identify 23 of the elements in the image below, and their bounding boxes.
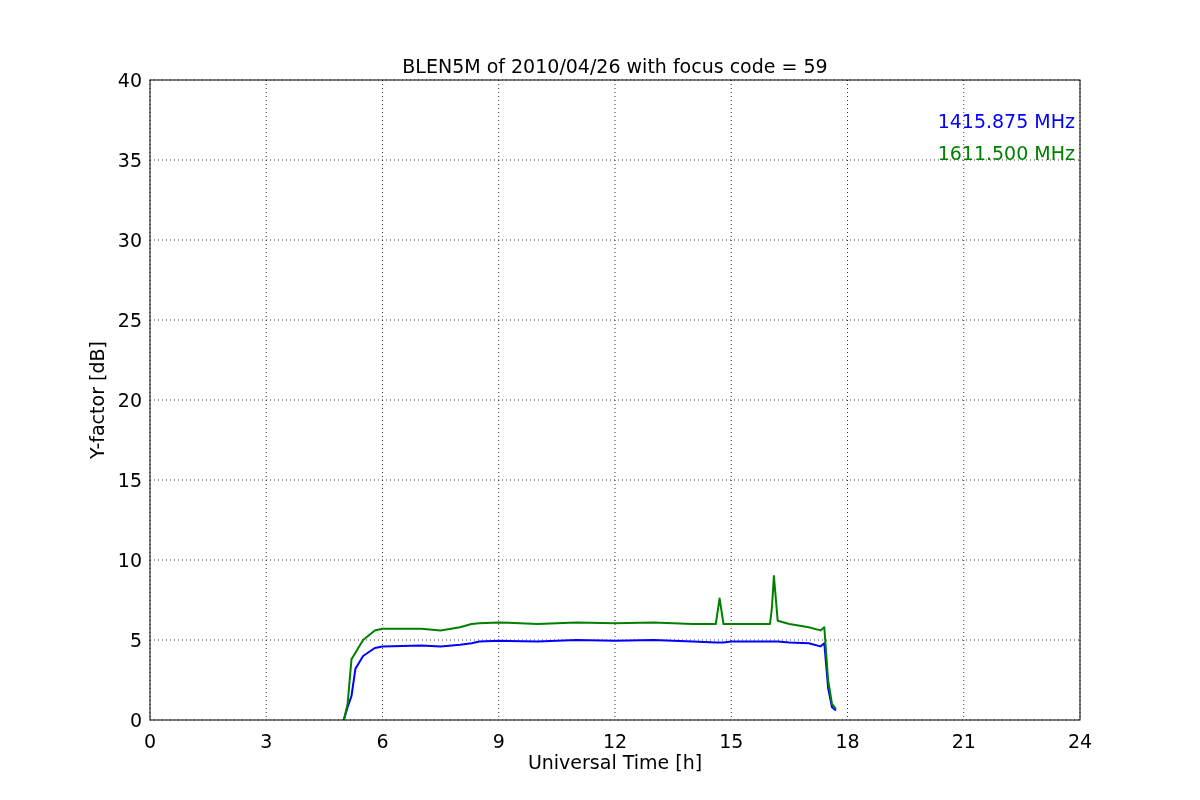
tick-label: 40 xyxy=(117,69,142,91)
tick-label: 35 xyxy=(117,149,142,171)
tick-label: 12 xyxy=(602,730,628,752)
legend-label: 1611.500 MHz xyxy=(937,142,1075,164)
tick-label: 10 xyxy=(117,549,142,571)
tick-label: 15 xyxy=(719,730,744,752)
axis-label: Y-factor [dB] xyxy=(86,341,108,459)
tick-label: 15 xyxy=(117,469,142,491)
tick-label: 21 xyxy=(951,730,976,752)
chart-title: BLEN5M of 2010/04/26 with focus code = 59 xyxy=(402,55,828,77)
tick-label: 0 xyxy=(143,730,157,752)
tick-label: 9 xyxy=(492,730,505,752)
tick-label: 3 xyxy=(260,730,273,752)
tick-label: 6 xyxy=(376,730,389,752)
tick-label: 30 xyxy=(117,229,142,251)
tick-label: 0 xyxy=(129,709,142,731)
tick-label: 20 xyxy=(117,389,142,411)
tick-label: 18 xyxy=(835,730,860,752)
tick-label: 5 xyxy=(129,629,142,651)
tick-label: 25 xyxy=(117,309,142,331)
legend-label: 1415.875 MHz xyxy=(937,110,1075,132)
tick-label: 24 xyxy=(1067,730,1093,752)
axis-label: Universal Time [h] xyxy=(527,751,703,773)
